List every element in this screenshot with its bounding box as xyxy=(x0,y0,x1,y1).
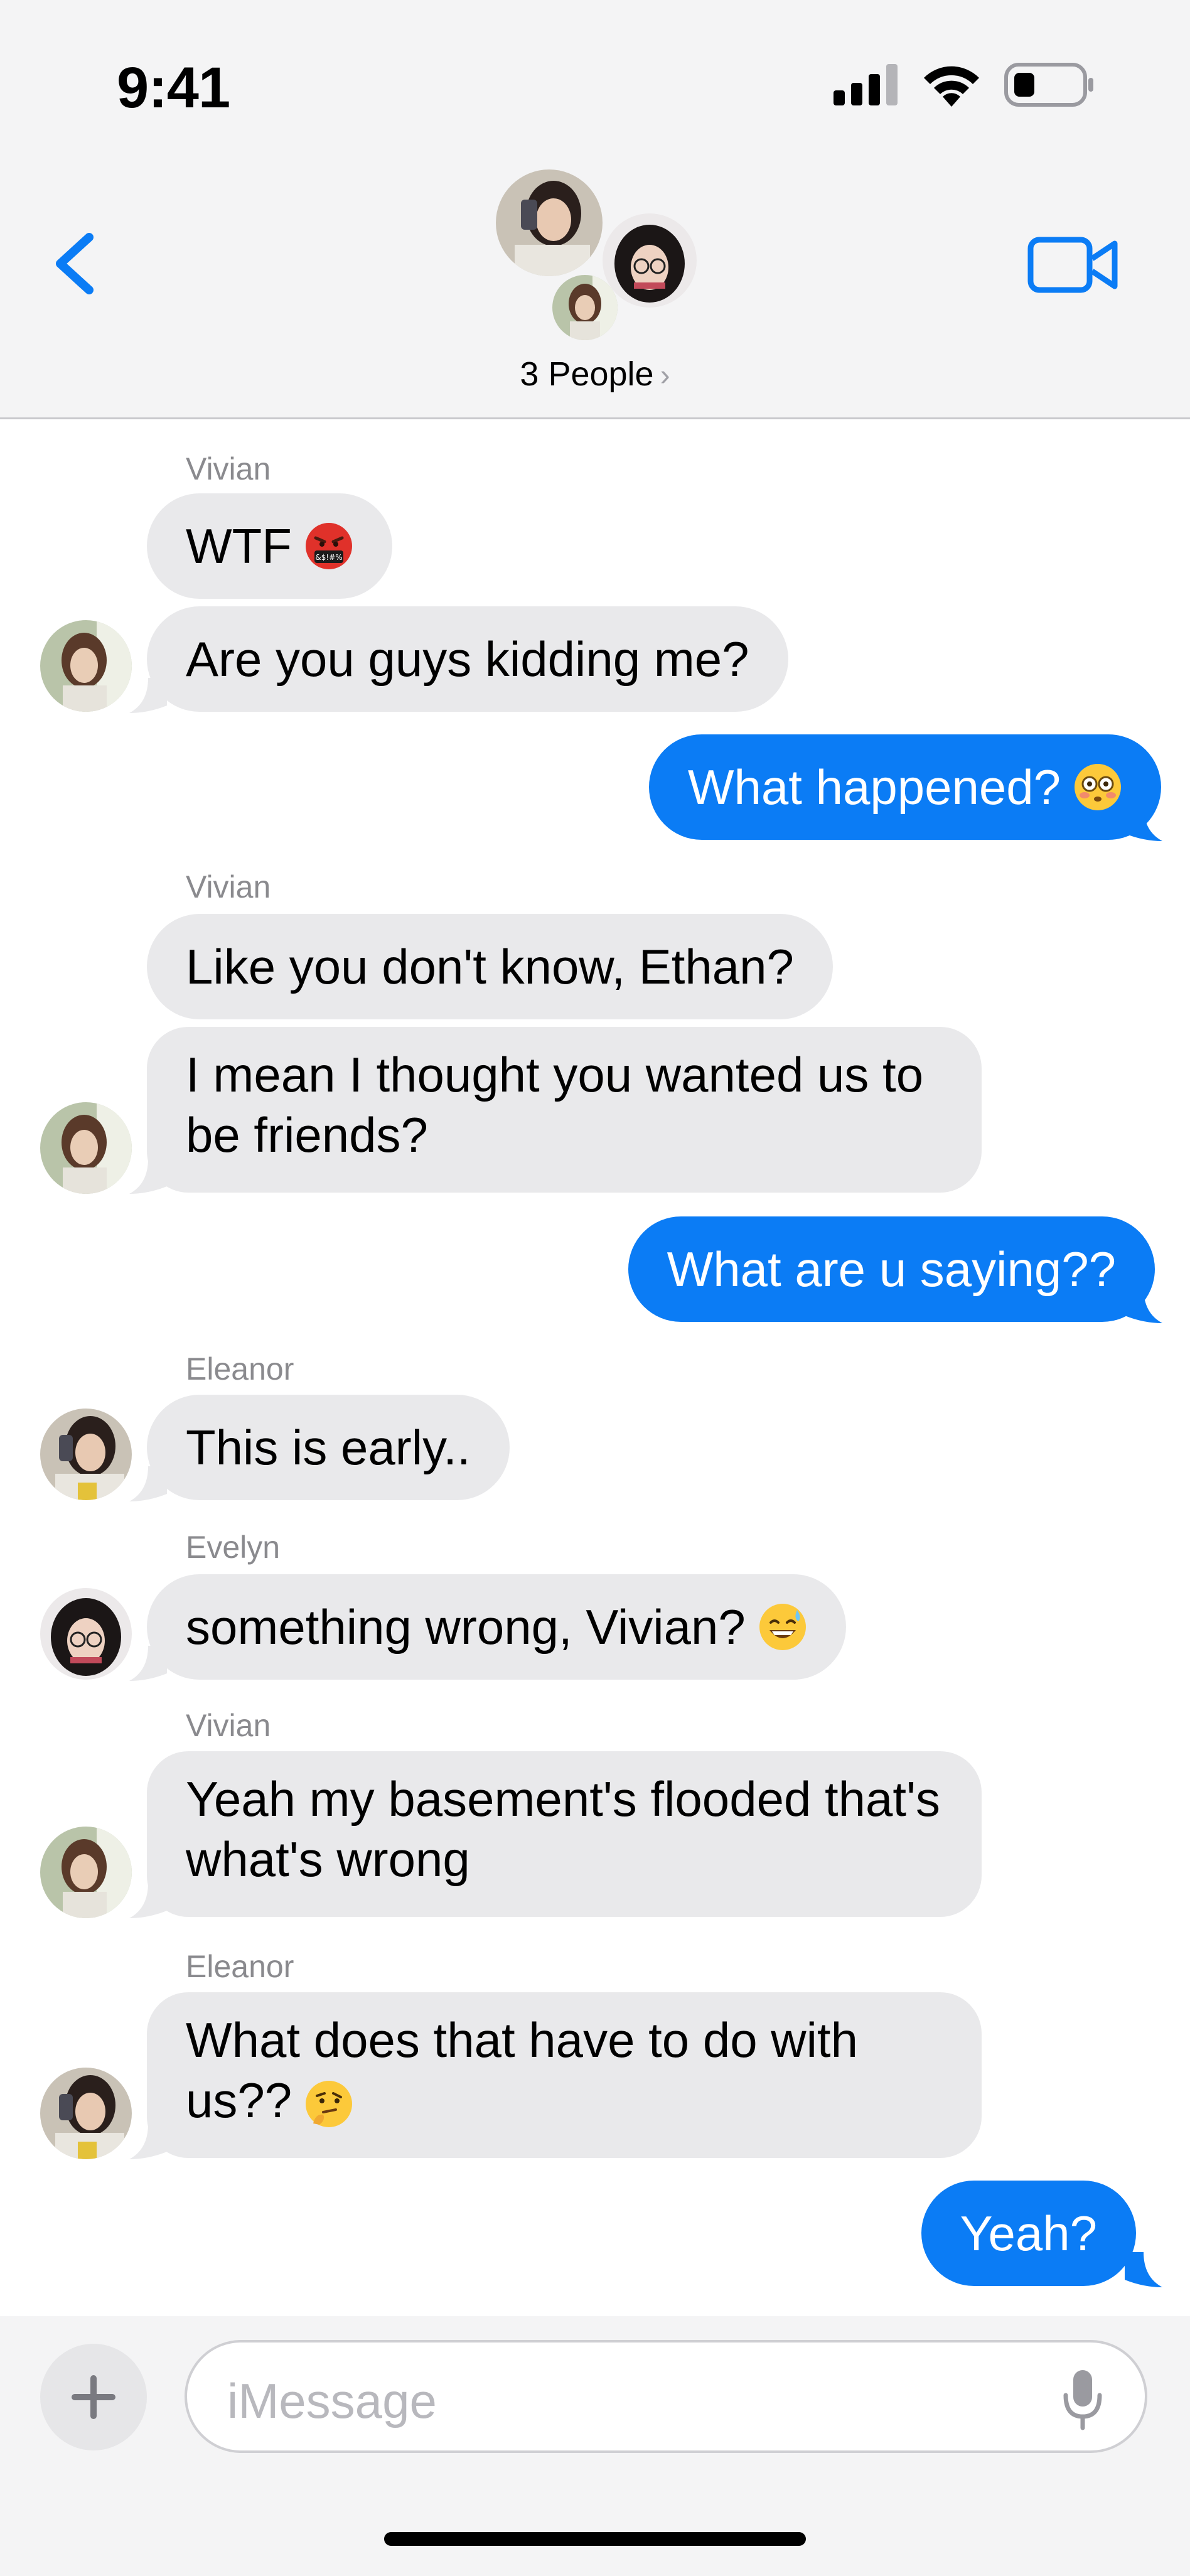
message-text: Like you don't know, Ethan? xyxy=(186,939,794,994)
conversation-header: 9:41 3 People › xyxy=(0,0,1190,419)
message-bubble-incoming[interactable]: Like you don't know, Ethan? xyxy=(147,914,833,1019)
message-bubble-incoming[interactable]: something wrong, Vivian? xyxy=(147,1574,846,1680)
back-button[interactable] xyxy=(44,226,107,301)
avatar-vivian xyxy=(552,275,618,340)
message-text: Yeah my basement's flooded that's what's… xyxy=(186,1771,940,1887)
message-bubble-incoming[interactable]: Are you guys kidding me? xyxy=(147,606,788,712)
signal-icon xyxy=(834,64,898,105)
plus-icon xyxy=(72,2375,115,2419)
bubble-tail xyxy=(1125,1288,1162,1323)
avatar-evelyn[interactable] xyxy=(40,1588,132,1680)
avatar-vivian[interactable] xyxy=(40,1827,132,1918)
sender-name: Vivian xyxy=(186,1708,271,1743)
message-bubble-outgoing[interactable]: What happened? xyxy=(648,734,1161,840)
sender-name: Evelyn xyxy=(186,1530,281,1565)
apps-plus-button[interactable] xyxy=(40,2344,147,2450)
chevron-left-icon xyxy=(56,233,94,294)
bubble-tail xyxy=(129,1466,167,1501)
imessage-placeholder: iMessage xyxy=(227,2373,437,2428)
status-icons xyxy=(834,63,1096,107)
sender-name: Eleanor xyxy=(186,1351,294,1387)
message-text: WTF xyxy=(186,518,292,574)
group-avatars[interactable] xyxy=(496,169,703,345)
wifi-icon xyxy=(924,66,979,107)
group-title-button[interactable]: 3 People › xyxy=(0,355,1190,394)
video-camera-icon xyxy=(1027,237,1118,293)
flushed-face-emoji-icon xyxy=(1075,764,1121,810)
message-bubble-incoming[interactable]: What does that have to do with us?? xyxy=(147,1992,982,2158)
chevron-right-icon: › xyxy=(660,359,670,392)
cursing-face-emoji-icon: &$!#% xyxy=(305,523,352,569)
bubble-tail xyxy=(129,2124,167,2159)
message-text: Are you guys kidding me? xyxy=(186,631,749,687)
message-bubble-incoming[interactable]: This is early.. xyxy=(147,1395,510,1500)
message-text: something wrong, Vivian? xyxy=(186,1599,746,1655)
message-bubble-incoming[interactable]: Yeah my basement's flooded that's what's… xyxy=(147,1751,982,1917)
sender-name: Eleanor xyxy=(186,1949,294,1984)
grinning-sweat-face-emoji-icon xyxy=(759,1604,806,1650)
message-text: This is early.. xyxy=(186,1420,471,1475)
battery-icon xyxy=(1004,63,1093,107)
bubble-tail xyxy=(1125,806,1162,841)
bubble-tail xyxy=(129,1646,167,1681)
message-bubble-outgoing[interactable]: Yeah? xyxy=(921,2181,1136,2286)
imessage-input[interactable]: iMessage xyxy=(185,2340,1147,2453)
message-bubble-incoming[interactable]: I mean I thought you wanted us to be fri… xyxy=(147,1027,982,1193)
svg-text:&$!#%: &$!#% xyxy=(315,553,342,562)
bubble-tail xyxy=(1125,2252,1162,2287)
message-bubble-incoming[interactable]: WTF &$!#% xyxy=(147,493,392,599)
message-text: What does that have to do with us?? xyxy=(186,2012,858,2128)
bubble-tail xyxy=(129,678,167,713)
message-text: I mean I thought you wanted us to be fri… xyxy=(186,1047,924,1162)
video-call-button[interactable] xyxy=(1027,233,1121,296)
message-text: What are u saying?? xyxy=(667,1242,1116,1297)
home-indicator[interactable] xyxy=(384,2532,806,2546)
thinking-face-emoji-icon xyxy=(306,2081,353,2128)
group-name: 3 People xyxy=(520,355,654,393)
avatar-eleanor[interactable] xyxy=(40,1409,132,1500)
message-text: What happened? xyxy=(687,759,1061,815)
message-text: Yeah? xyxy=(960,2206,1097,2261)
avatar-vivian[interactable] xyxy=(40,620,132,712)
microphone-icon[interactable] xyxy=(1061,2368,1105,2430)
avatar-eleanor[interactable] xyxy=(40,2068,132,2159)
message-bubble-outgoing[interactable]: What are u saying?? xyxy=(628,1216,1155,1322)
avatar-evelyn xyxy=(603,213,697,308)
avatar-eleanor xyxy=(496,169,603,276)
bubble-tail xyxy=(129,1883,167,1918)
sender-name: Vivian xyxy=(186,869,271,904)
avatar-vivian[interactable] xyxy=(40,1102,132,1194)
bubble-tail xyxy=(129,1159,167,1194)
status-time: 9:41 xyxy=(117,56,230,120)
sender-name: Vivian xyxy=(186,451,271,486)
